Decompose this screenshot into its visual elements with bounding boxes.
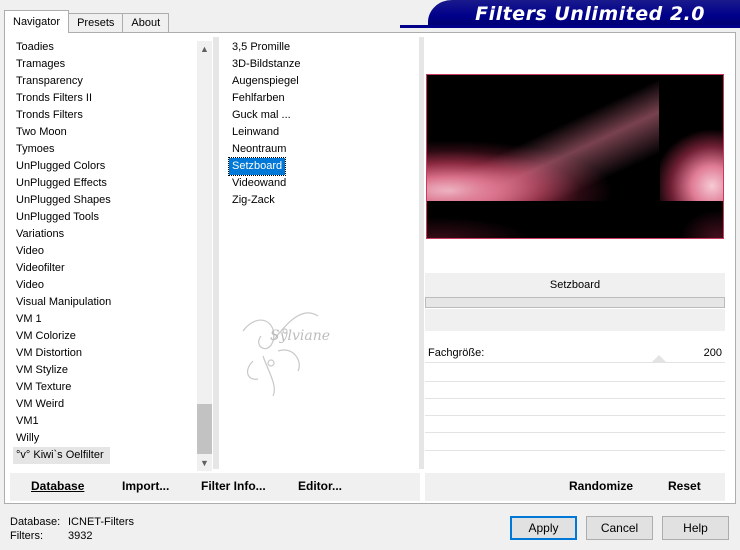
filter-item[interactable]: Videowand [229, 175, 349, 192]
category-item[interactable]: Visual Manipulation [13, 294, 191, 311]
filter-list[interactable]: 3,5 Promille 3D-Bildstanze Augenspiegel Feh… [227, 39, 349, 209]
reset-button[interactable]: Reset [668, 479, 701, 493]
status-database-label: Database: [10, 516, 61, 528]
category-item[interactable]: Toadies [13, 39, 191, 56]
category-item[interactable]: Video [13, 277, 191, 294]
category-item[interactable]: Variations [13, 226, 191, 243]
category-item[interactable]: UnPlugged Tools [13, 209, 191, 226]
filter-item[interactable]: Augenspiegel [229, 73, 349, 90]
panel-divider [419, 37, 424, 469]
filter-item[interactable]: Setzboard [227, 157, 287, 176]
category-item[interactable]: Willy [13, 430, 191, 447]
category-item[interactable]: Tymoes [13, 141, 191, 158]
status-filters: Filters: 3932 [10, 530, 92, 542]
scroll-thumb[interactable] [197, 404, 212, 454]
help-button[interactable]: Help [662, 516, 729, 540]
filter-preview [426, 74, 724, 239]
parameter-row-fachgroesse[interactable]: Fachgröße: 200 [425, 346, 725, 362]
navigator-panel: Toadies Tramages Transparency Tronds Filter… [4, 32, 736, 504]
filter-item[interactable]: Leinwand [229, 124, 349, 141]
watermark-text: Sylviane [270, 328, 331, 344]
category-item[interactable]: UnPlugged Shapes [13, 192, 191, 209]
filter-item[interactable]: 3D-Bildstanze [229, 56, 349, 73]
empty-slider-track [425, 415, 725, 416]
category-item[interactable]: VM Distortion [13, 345, 191, 362]
parameter-header [425, 309, 725, 331]
parameter-slider-track[interactable] [425, 362, 725, 363]
filter-item[interactable]: Zig-Zack [229, 192, 349, 209]
category-item[interactable]: Tronds Filters II [13, 90, 191, 107]
category-item[interactable]: VM Weird [13, 396, 191, 413]
empty-slider-track [425, 398, 725, 399]
category-scrollbar[interactable]: ▲ ▼ [197, 41, 212, 471]
chevron-up-icon[interactable]: ▲ [197, 42, 212, 57]
parameter-button-bar: Randomize Reset [425, 473, 725, 501]
navigator-button-bar: Database Import... Filter Info... Editor… [10, 473, 420, 501]
category-item[interactable]: Tramages [13, 56, 191, 73]
banner-underline [400, 25, 740, 28]
randomize-button[interactable]: Randomize [569, 479, 633, 493]
preview-tile [427, 75, 659, 201]
watermark-logo [242, 312, 319, 397]
preview-tile [660, 202, 723, 238]
tab-bar: Navigator Presets About [4, 10, 170, 33]
database-button[interactable]: Database [31, 479, 84, 493]
status-database: Database: ICNET-Filters [10, 516, 134, 528]
filter-info-button[interactable]: Filter Info... [201, 479, 266, 493]
status-database-value: ICNET-Filters [68, 516, 134, 528]
app-title-banner: Filters Unlimited 2.0 [428, 0, 740, 26]
filter-name-display: Setzboard [425, 273, 725, 297]
status-filters-label: Filters: [10, 530, 43, 542]
category-item[interactable]: UnPlugged Effects [13, 175, 191, 192]
category-item[interactable]: Two Moon [13, 124, 191, 141]
editor-button[interactable]: Editor... [298, 479, 342, 493]
list-divider [213, 37, 219, 469]
category-item[interactable]: VM Stylize [13, 362, 191, 379]
status-filters-value: 3932 [68, 530, 93, 542]
chevron-down-icon[interactable]: ▼ [197, 456, 212, 471]
category-item[interactable]: VM 1 [13, 311, 191, 328]
tab-about[interactable]: About [122, 13, 170, 33]
tab-navigator[interactable]: Navigator [4, 10, 70, 33]
parameter-value: 200 [703, 347, 722, 359]
parameter-label: Fachgröße: [428, 347, 485, 359]
empty-slider-track [425, 381, 725, 382]
category-item[interactable]: VM Colorize [13, 328, 191, 345]
filter-item[interactable]: Neontraum [229, 141, 349, 158]
category-item[interactable]: UnPlugged Colors [13, 158, 191, 175]
filter-item[interactable]: 3,5 Promille [229, 39, 349, 56]
tab-presets[interactable]: Presets [68, 13, 124, 33]
progress-bar [425, 297, 725, 308]
category-item[interactable]: Video [13, 243, 191, 260]
preview-tile [427, 202, 659, 238]
preview-tile [660, 75, 723, 201]
filter-item[interactable]: Fehlfarben [229, 90, 349, 107]
category-item[interactable]: VM1 [13, 413, 191, 430]
apply-button[interactable]: Apply [510, 516, 577, 540]
category-item[interactable]: °v° Kiwi`s Oelfilter [13, 447, 110, 464]
filter-item[interactable]: Guck mal ... [229, 107, 349, 124]
category-list[interactable]: Toadies Tramages Transparency Tronds Filter… [13, 39, 191, 464]
import-button[interactable]: Import... [122, 479, 169, 493]
category-item[interactable]: Transparency [13, 73, 191, 90]
category-item[interactable]: Videofilter [13, 260, 191, 277]
category-item[interactable]: VM Texture [13, 379, 191, 396]
slider-thumb[interactable] [652, 355, 666, 362]
category-item[interactable]: Tronds Filters [13, 107, 191, 124]
cancel-button[interactable]: Cancel [586, 516, 653, 540]
empty-slider-track [425, 450, 725, 451]
empty-slider-track [425, 432, 725, 433]
